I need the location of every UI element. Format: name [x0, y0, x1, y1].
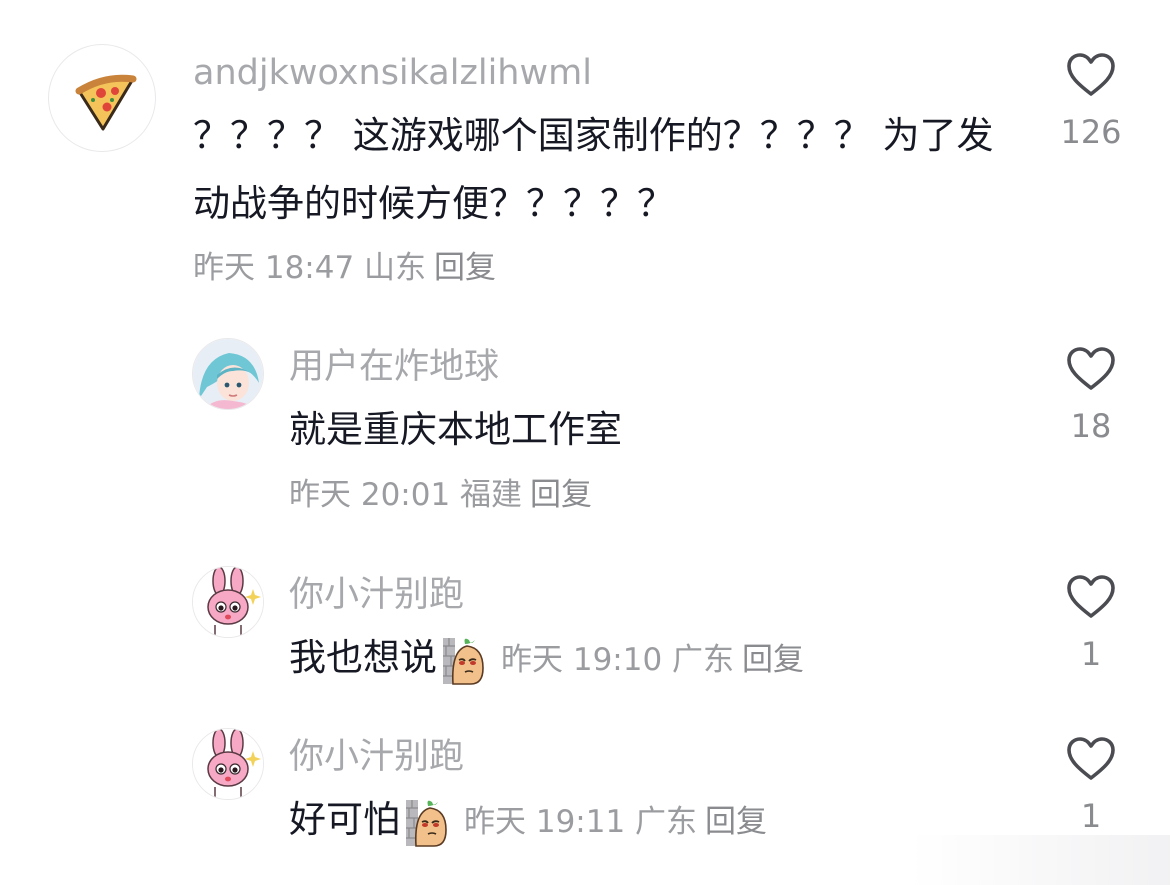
comment-username[interactable]: 用户在炸地球 [289, 350, 499, 385]
like-button[interactable]: 18 [1046, 346, 1136, 442]
like-count: 18 [1070, 407, 1112, 445]
comment-text: 我也想说 昨天 19:10 广东 回复 [289, 624, 804, 694]
like-button[interactable]: 126 [1046, 52, 1136, 148]
comment-timestamp-location: 昨天 20:01 福建 [289, 477, 523, 513]
reply-button[interactable]: 回复 [530, 477, 592, 513]
comment-meta: 昨天 18:47 山东 回复 [193, 253, 496, 284]
comment-text-body: 我也想说 [289, 636, 437, 679]
bottom-fade [910, 835, 1170, 885]
avatar[interactable] [192, 566, 264, 638]
like-button[interactable]: 1 [1046, 574, 1136, 670]
reply-button[interactable]: 回复 [705, 804, 767, 840]
comment-item: 你小汁别跑 我也想说 昨天 19:10 广东 回复 1 [0, 560, 1170, 700]
like-count: 126 [1060, 113, 1122, 151]
comment-text: ？？？？ 这游戏哪个国家制作的？？？？ 为了发 动战争的时候方便？？？？？ [193, 102, 994, 238]
comment-timestamp-location: 昨天 19:11 广东 [464, 804, 698, 840]
pink-bunny-avatar-icon [193, 729, 263, 799]
peeking-peanut-emote-icon [443, 637, 484, 685]
comment-username[interactable]: andjkwoxnsikalzlihwml [193, 56, 592, 91]
comment-username[interactable]: 你小汁别跑 [289, 740, 464, 775]
heart-icon [1067, 737, 1115, 780]
heart-icon [1067, 575, 1115, 618]
like-count: 1 [1080, 635, 1102, 673]
comment-text-line: ？？？？ 这游戏哪个国家制作的？？？？ 为了发 [193, 114, 994, 157]
comment-meta: 昨天 19:10 广东 回复 [501, 642, 804, 678]
comment-item: 用户在炸地球 就是重庆本地工作室 昨天 20:01 福建 回复 18 [0, 330, 1170, 530]
like-button[interactable]: 1 [1046, 736, 1136, 832]
avatar[interactable] [192, 728, 264, 800]
peeking-peanut-emote-icon [406, 799, 447, 847]
avatar[interactable] [192, 338, 264, 410]
pink-bunny-avatar-icon [193, 567, 263, 637]
comment-username[interactable]: 你小汁别跑 [289, 578, 464, 613]
comment-text: 好可怕 昨天 19:11 广东 回复 [289, 786, 767, 856]
comment-meta: 昨天 20:01 福建 回复 [289, 480, 592, 511]
heart-icon [1067, 347, 1115, 390]
like-count: 1 [1080, 797, 1102, 835]
comment-timestamp-location: 昨天 19:10 广东 [501, 642, 735, 678]
comment-timestamp-location: 昨天 18:47 山东 [193, 250, 427, 286]
pizza-slice-icon [75, 74, 137, 131]
heart-icon [1067, 53, 1115, 96]
comment-item: andjkwoxnsikalzlihwml ？？？？ 这游戏哪个国家制作的？？？… [0, 0, 1170, 300]
comment-text-line: 动战争的时候方便？？？？？ [193, 182, 674, 225]
avatar[interactable] [48, 44, 156, 152]
comment-meta: 昨天 19:11 广东 回复 [464, 804, 767, 840]
reply-button[interactable]: 回复 [742, 642, 804, 678]
comment-text: 就是重庆本地工作室 [289, 408, 622, 451]
reply-button[interactable]: 回复 [434, 250, 496, 286]
comment-text-body: 好可怕 [289, 798, 400, 841]
anime-girl-avatar-icon [193, 339, 263, 409]
